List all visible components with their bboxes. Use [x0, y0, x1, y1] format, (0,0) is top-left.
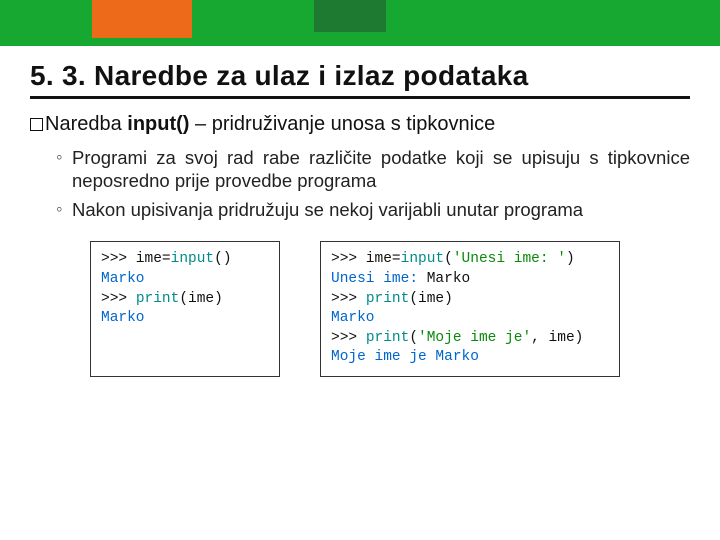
- code-text: >>> ime=: [101, 251, 171, 267]
- code-text: (: [409, 330, 418, 346]
- code-func: print: [136, 291, 180, 307]
- code-text: (): [214, 251, 231, 267]
- code-text: (ime): [409, 291, 453, 307]
- code-row: >>> ime=input() Marko >>> print(ime) Mar…: [90, 241, 690, 376]
- code-output: Marko: [418, 271, 470, 287]
- code-box-right: >>> ime=input('Unesi ime: ') Unesi ime: …: [320, 241, 620, 376]
- deco-orange-block: [92, 0, 192, 38]
- bullet-list: ◦ Programi za svoj rad rabe različite po…: [56, 146, 690, 221]
- code-func: print: [366, 291, 410, 307]
- code-func: input: [171, 251, 215, 267]
- slide-title: 5. 3. Naredbe za ulaz i izlaz podataka: [30, 60, 690, 99]
- code-text: >>> ime=: [331, 251, 401, 267]
- lead-bold: input(): [127, 113, 189, 135]
- lead-line: Naredba input() – pridruživanje unosa s …: [30, 113, 690, 136]
- code-text: (: [444, 251, 453, 267]
- code-string: 'Moje ime je': [418, 330, 531, 346]
- lead-suffix: – pridruživanje unosa s tipkovnice: [189, 113, 495, 135]
- code-output: Marko: [101, 271, 145, 287]
- code-text: (ime): [179, 291, 223, 307]
- code-func: input: [401, 251, 445, 267]
- code-text: >>>: [331, 330, 366, 346]
- code-text: >>>: [101, 291, 136, 307]
- code-text: >>>: [331, 291, 366, 307]
- code-output: Marko: [101, 310, 145, 326]
- code-func: print: [366, 330, 410, 346]
- bullet-text: Programi za svoj rad rabe različite poda…: [72, 146, 690, 192]
- code-output: Moje ime je Marko: [331, 349, 479, 365]
- header-bar: [0, 0, 720, 46]
- code-text: ): [566, 251, 575, 267]
- code-box-left: >>> ime=input() Marko >>> print(ime) Mar…: [90, 241, 280, 376]
- code-output: Unesi ime:: [331, 271, 418, 287]
- bullet-text: Nakon upisivanja pridružuju se nekoj var…: [72, 198, 690, 221]
- slide-content: 5. 3. Naredbe za ulaz i izlaz podataka N…: [0, 46, 720, 377]
- code-string: 'Unesi ime: ': [453, 251, 566, 267]
- bullet-ring-icon: ◦: [56, 198, 72, 221]
- bullet-square-icon: [30, 118, 43, 131]
- lead-prefix: Naredba: [45, 113, 127, 135]
- bullet-ring-icon: ◦: [56, 146, 72, 192]
- deco-darkgreen-block: [314, 0, 386, 32]
- list-item: ◦ Programi za svoj rad rabe različite po…: [56, 146, 690, 192]
- code-text: , ime): [531, 330, 583, 346]
- code-output: Marko: [331, 310, 375, 326]
- list-item: ◦ Nakon upisivanja pridružuju se nekoj v…: [56, 198, 690, 221]
